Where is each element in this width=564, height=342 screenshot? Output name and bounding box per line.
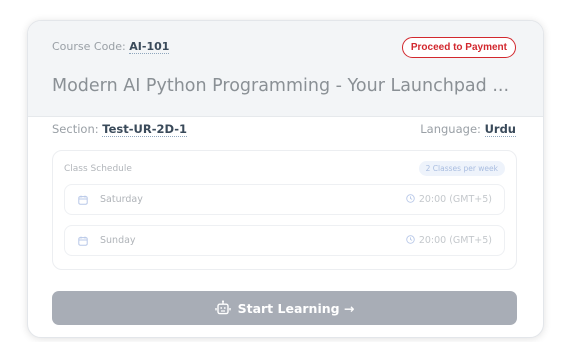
robot-icon (214, 300, 231, 315)
schedule-day: Sunday (100, 235, 136, 246)
start-learning-label: Start Learning → (237, 300, 355, 316)
language-value: Urdu (484, 122, 516, 137)
schedule-time-wrap: 20:00 (GMT+5) (406, 194, 492, 205)
course-card: Course Code: AI-101 Proceed to Payment M… (27, 20, 544, 338)
course-code: Course Code: AI-101 (52, 40, 170, 54)
calendar-icon (78, 236, 88, 246)
start-learning-button[interactable]: Start Learning → (52, 291, 517, 325)
clock-icon (406, 235, 415, 244)
course-code-value: AI-101 (129, 40, 170, 54)
schedule-time: 20:00 (GMT+5) (418, 235, 492, 246)
section-value: Test-UR-2D-1 (102, 122, 187, 137)
clock-icon (406, 194, 415, 203)
card-header: Course Code: AI-101 Proceed to Payment M… (28, 21, 543, 117)
class-schedule: Class Schedule 2 Classes per week Saturd… (52, 150, 517, 270)
section-info: Section: Test-UR-2D-1 (52, 122, 187, 137)
schedule-time: 20:00 (GMT+5) (418, 194, 492, 205)
language-info: Language: Urdu (420, 122, 516, 137)
language-label: Language: (420, 122, 481, 136)
schedule-time-wrap: 20:00 (GMT+5) (406, 235, 492, 246)
schedule-row: Sunday 20:00 (GMT+5) (64, 225, 505, 256)
schedule-row: Saturday 20:00 (GMT+5) (64, 184, 505, 215)
calendar-icon (78, 195, 88, 205)
course-code-label: Course Code: (52, 40, 126, 53)
course-title: Modern AI Python Programming - Your Laun… (52, 76, 510, 96)
proceed-to-payment-button[interactable]: Proceed to Payment (401, 37, 516, 58)
schedule-title: Class Schedule (64, 164, 132, 174)
section-label: Section: (52, 122, 99, 136)
classes-per-week-badge: 2 Classes per week (418, 161, 505, 176)
schedule-day: Saturday (100, 194, 143, 205)
